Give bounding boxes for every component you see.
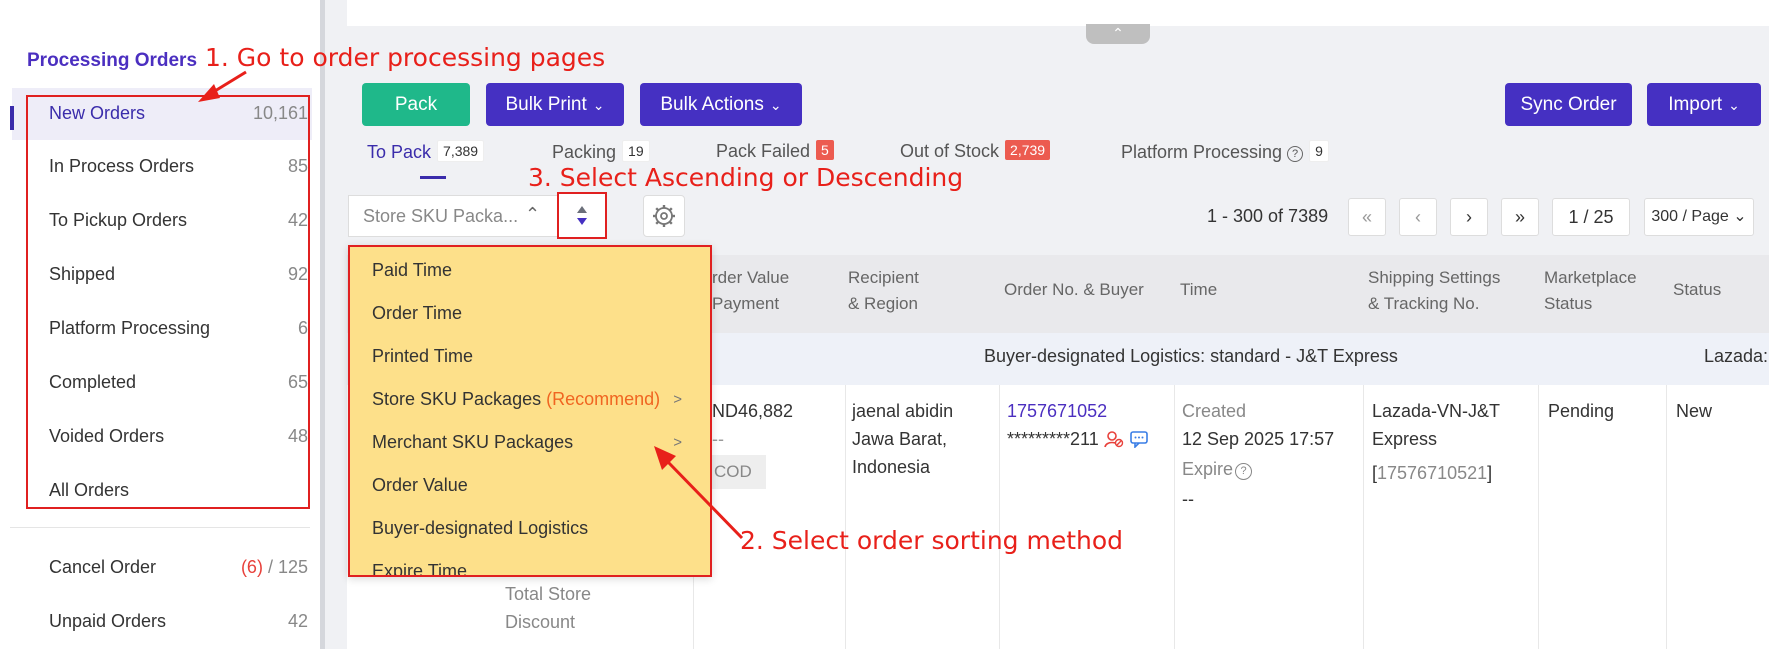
annotation-arrowhead-1 [198, 84, 220, 102]
annotation-arrows [198, 70, 744, 540]
annotation-arrow-2 [666, 460, 744, 540]
